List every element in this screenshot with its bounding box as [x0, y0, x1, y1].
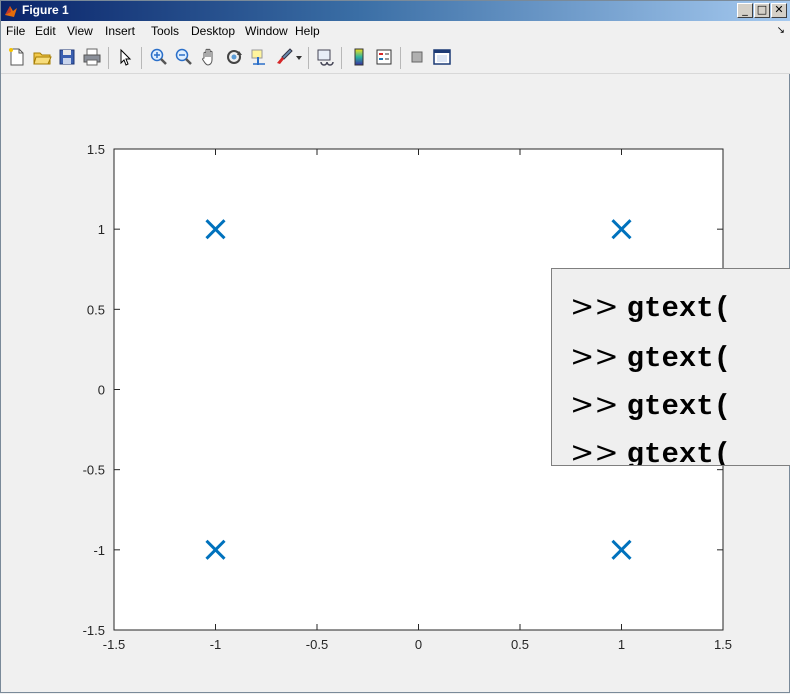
toolbar-separator — [400, 47, 401, 69]
window-title: Figure 1 — [22, 3, 69, 17]
toolbar-separator — [108, 47, 109, 69]
pan-icon[interactable] — [199, 47, 219, 67]
menu-window[interactable]: Window — [245, 24, 288, 38]
minimize-button[interactable]: _ — [737, 3, 753, 18]
new-figure-icon[interactable] — [7, 47, 27, 67]
prompt: >> — [570, 289, 619, 323]
colorbar-icon[interactable] — [349, 47, 369, 67]
command-line: >> gtext( — [570, 339, 731, 375]
figure-window: Figure 1 _ □ ✕ File Edit View Insert Too… — [0, 0, 790, 693]
save-icon[interactable] — [57, 47, 77, 67]
y-tick-label: -1 — [93, 543, 105, 558]
x-tick-label: 1 — [618, 637, 625, 652]
menu-edit[interactable]: Edit — [35, 24, 56, 38]
toolbar-separator — [341, 47, 342, 69]
menu-tools[interactable]: Tools — [151, 24, 179, 38]
command-text: gtext( — [626, 292, 732, 325]
brush-dropdown-icon[interactable] — [294, 47, 304, 67]
prompt: >> — [570, 387, 619, 421]
maximize-button[interactable]: □ — [754, 3, 770, 18]
x-tick-label: 1.5 — [714, 637, 732, 652]
data-cursor-icon[interactable] — [249, 47, 269, 67]
x-tick-label: 0 — [415, 637, 422, 652]
command-text: gtext( — [626, 342, 732, 375]
menu-view[interactable]: View — [67, 24, 93, 38]
toolbar-separator — [308, 47, 309, 69]
menu-desktop[interactable]: Desktop — [191, 24, 235, 38]
show-plot-tools-icon[interactable] — [432, 47, 452, 67]
y-tick-label: 1 — [98, 222, 105, 237]
link-plot-icon[interactable] — [315, 47, 335, 67]
legend-icon[interactable] — [374, 47, 394, 67]
command-line: >> gtext( — [570, 289, 731, 325]
zoom-out-icon[interactable] — [174, 47, 194, 67]
open-file-icon[interactable] — [32, 47, 52, 67]
close-button[interactable]: ✕ — [771, 3, 787, 18]
x-tick-label: 0.5 — [511, 637, 529, 652]
hide-plot-tools-icon[interactable] — [407, 47, 427, 67]
zoom-in-icon[interactable] — [149, 47, 169, 67]
y-tick-label: 0 — [98, 383, 105, 398]
prompt: >> — [570, 435, 619, 466]
matlab-icon — [4, 4, 18, 18]
command-text: gtext( — [626, 438, 732, 466]
y-tick-label: -1.5 — [83, 623, 105, 638]
brush-icon[interactable] — [274, 47, 294, 67]
x-tick-label: -1 — [210, 637, 222, 652]
y-tick-label: 1.5 — [87, 142, 105, 157]
command-line: >> gtext( — [570, 387, 731, 423]
print-icon[interactable] — [82, 47, 102, 67]
command-overlay: >> gtext( >> gtext( >> gtext( >> gtext( — [551, 268, 790, 466]
x-tick-label: -0.5 — [306, 637, 328, 652]
prompt: >> — [570, 339, 619, 373]
title-bar[interactable]: Figure 1 _ □ ✕ — [1, 1, 790, 21]
rotate-3d-icon[interactable] — [224, 47, 244, 67]
y-tick-label: -0.5 — [83, 463, 105, 478]
y-tick-label: 0.5 — [87, 302, 105, 317]
pointer-icon[interactable] — [115, 47, 135, 67]
menu-bar: File Edit View Insert Tools Desktop Wind… — [1, 21, 790, 41]
toolbar — [1, 41, 790, 74]
menu-insert[interactable]: Insert — [105, 24, 135, 38]
toolbar-separator — [141, 47, 142, 69]
menu-help[interactable]: Help — [295, 24, 320, 38]
menu-file[interactable]: File — [6, 24, 25, 38]
command-text: gtext( — [626, 390, 732, 423]
x-tick-label: -1.5 — [103, 637, 125, 652]
dock-arrow-icon[interactable]: ↘ — [777, 25, 785, 36]
command-line: >> gtext( — [570, 435, 732, 466]
